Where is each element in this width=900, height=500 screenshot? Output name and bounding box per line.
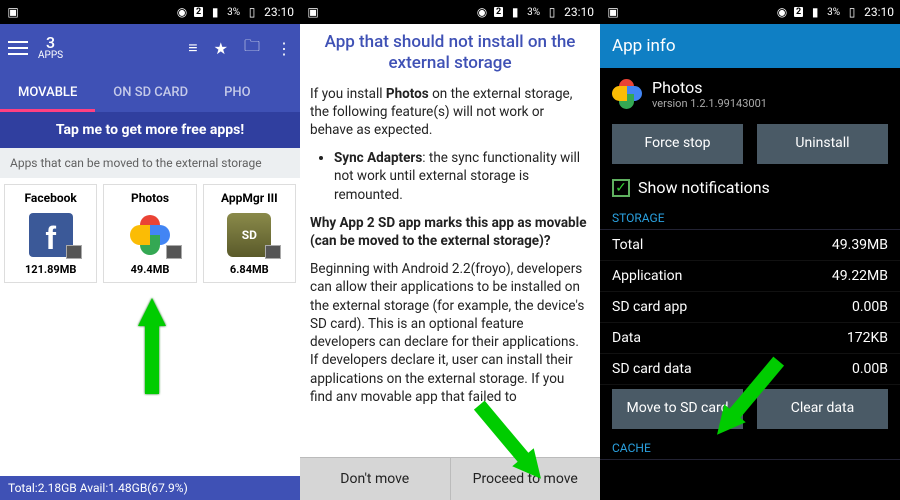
battery-percent: 3% (227, 7, 240, 18)
clock: 23:10 (564, 5, 594, 19)
sd-badge-icon (66, 245, 82, 259)
storage-row: Data172KB (600, 323, 900, 354)
show-notifications-label: Show notifications (638, 178, 770, 197)
wifi-icon: ◉ (475, 5, 489, 19)
bookmark-icon[interactable]: ★ (214, 39, 228, 58)
signal-icon: ▮ (508, 5, 522, 19)
dont-move-button[interactable]: Don't move (300, 458, 451, 500)
battery-icon: ▯ (545, 5, 559, 19)
battery-percent: 3% (827, 7, 840, 18)
pane-dialog: ▣ ◉ 2 ▮ 3% ▯ 23:10 App that should not i… (300, 0, 600, 500)
app-card-photos[interactable]: Photos 49.4MB (103, 184, 196, 283)
tab-phone[interactable]: PHO (206, 72, 268, 112)
screenshot-icon: ▣ (306, 5, 320, 19)
sim-indicator: 2 (494, 7, 503, 17)
promo-banner[interactable]: Tap me to get more free apps! (0, 112, 300, 148)
storage-footer: Total:2.18GB Avail:1.48GB(67.9%) (0, 476, 300, 500)
apps-counter[interactable]: 3 APPS (38, 35, 63, 61)
screenshot-icon: ▣ (606, 5, 620, 19)
sim-indicator: 2 (194, 7, 203, 17)
sd-badge-icon (166, 245, 182, 259)
page-title: App info (600, 24, 900, 68)
uninstall-button[interactable]: Uninstall (757, 124, 888, 164)
app-version: version 1.2.1.99143001 (652, 97, 767, 110)
wifi-icon: ◉ (775, 5, 789, 19)
storage-row: Application49.22MB (600, 261, 900, 292)
photos-icon (612, 79, 642, 109)
dialog-buttons: Don't move Proceed to move (300, 457, 600, 500)
status-bar: ▣ ◉ 2 ▮ 3% ▯ 23:10 (0, 0, 300, 24)
dialog-question: Why App 2 SD app marks this app as movab… (310, 214, 590, 250)
battery-icon: ▯ (245, 5, 259, 19)
photos-icon (130, 215, 170, 255)
clear-data-button[interactable]: Clear data (757, 389, 888, 429)
wifi-icon: ◉ (175, 5, 189, 19)
annotation-arrow (138, 298, 166, 326)
storage-section-header: STORAGE (600, 207, 900, 230)
overflow-icon[interactable]: ⋮ (276, 39, 292, 58)
dialog-title: App that should not install on the exter… (310, 32, 590, 75)
storage-row: Total49.39MB (600, 230, 900, 261)
app-bar: 3 APPS ≡ ★ 🗀 ⋮ MOVABLE ON SD CARD PHO (0, 24, 300, 112)
sd-badge-icon (265, 245, 281, 259)
app-header: Photos version 1.2.1.99143001 (600, 68, 900, 120)
app-name: Photos (652, 78, 767, 97)
tab-movable[interactable]: MOVABLE (0, 72, 95, 112)
sim-indicator: 2 (794, 7, 803, 17)
dialog-intro: If you install Photos on the external st… (310, 85, 590, 140)
signal-icon: ▮ (208, 5, 222, 19)
dialog-body: Beginning with Android 2.2(froyo), devel… (310, 260, 590, 406)
force-stop-button[interactable]: Force stop (612, 124, 743, 164)
status-bar: ▣ ◉ 2 ▮ 3% ▯ 23:10 (300, 0, 600, 24)
cache-section-header: CACHE (600, 437, 900, 460)
show-notifications-row[interactable]: ✓ Show notifications (600, 172, 900, 207)
app-card-appmgr[interactable]: AppMgr III SD 6.84MB (203, 184, 296, 283)
screenshot-icon: ▣ (6, 5, 20, 19)
pane-appmgr: ▣ ◉ 2 ▮ 3% ▯ 23:10 3 APPS ≡ ★ 🗀 ⋮ MOVABL… (0, 0, 300, 500)
clock: 23:10 (864, 5, 894, 19)
menu-icon[interactable] (8, 41, 28, 55)
folder-icon[interactable]: 🗀 (244, 35, 260, 62)
app-card-facebook[interactable]: Facebook f 121.89MB (4, 184, 97, 283)
tab-bar: MOVABLE ON SD CARD PHO (0, 72, 300, 112)
app-grid: Facebook f 121.89MB Photos 49.4MB AppMgr… (0, 178, 300, 289)
pane-app-info: ▣ ◉ 2 ▮ 3% ▯ 23:10 App info Photos versi… (600, 0, 900, 500)
signal-icon: ▮ (808, 5, 822, 19)
feature-bullet: Sync Adapters: the sync functionality wi… (334, 149, 590, 204)
battery-icon: ▯ (845, 5, 859, 19)
sort-icon[interactable]: ≡ (188, 38, 197, 58)
tab-on-sd[interactable]: ON SD CARD (95, 72, 206, 112)
storage-row: SD card app0.00B (600, 292, 900, 323)
battery-percent: 3% (527, 7, 540, 18)
list-subheader: Apps that can be moved to the external s… (0, 148, 300, 178)
status-bar: ▣ ◉ 2 ▮ 3% ▯ 23:10 (600, 0, 900, 24)
storage-row: SD card data0.00B (600, 354, 900, 385)
dialog-content: App that should not install on the exter… (300, 24, 600, 457)
clock: 23:10 (264, 5, 294, 19)
checkbox-icon[interactable]: ✓ (612, 179, 630, 197)
